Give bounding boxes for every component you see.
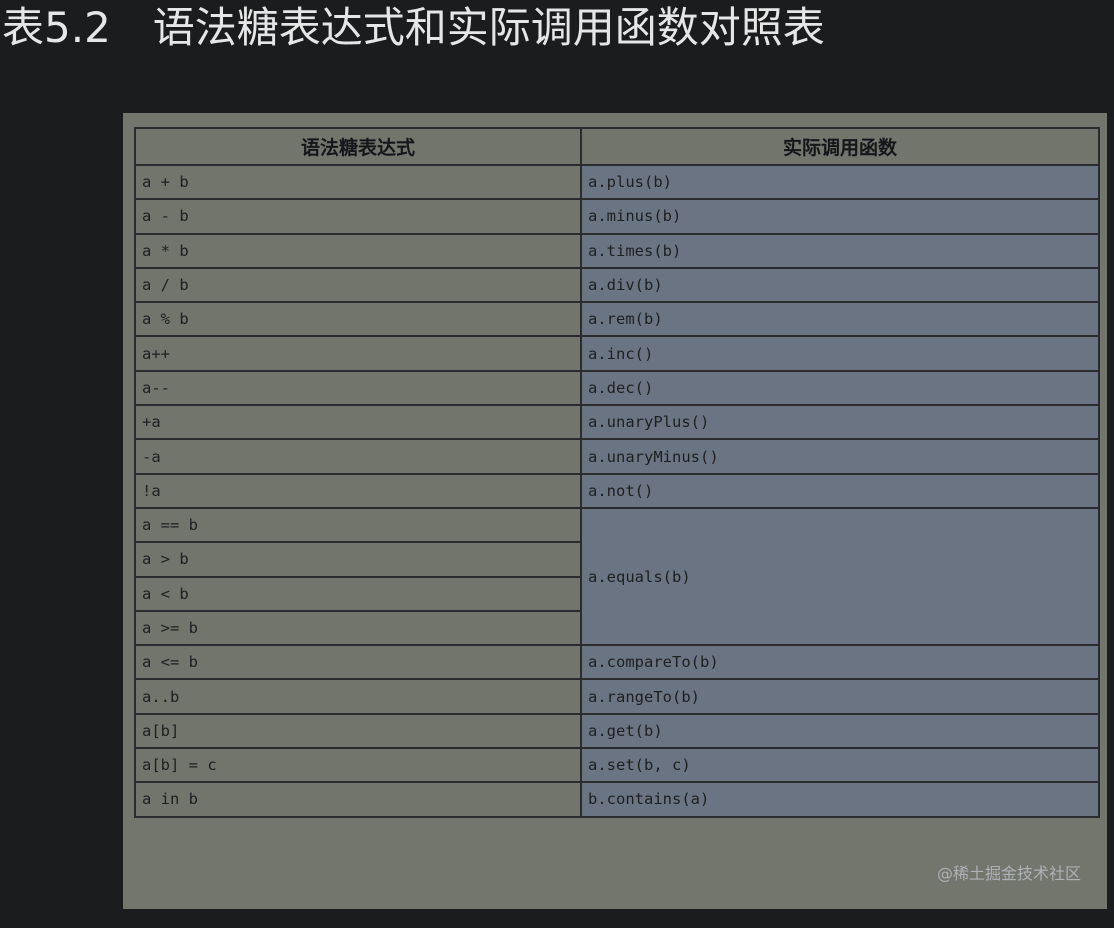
- table-figure: 语法糖表达式 实际调用函数 a + b a.plus(b) a - b a.mi…: [123, 113, 1107, 909]
- table-row: a[b] a.get(b): [134, 712, 1100, 750]
- table-caption: 表5.2 语法糖表达式和实际调用函数对照表: [2, 2, 825, 54]
- caption-title: 语法糖表达式和实际调用函数对照表: [152, 3, 825, 52]
- expression-cell: a % b: [134, 301, 582, 338]
- function-cell: a.div(b): [580, 266, 1100, 304]
- expression-cell: a == b: [134, 506, 582, 544]
- function-cell: a.compareTo(b): [580, 644, 1100, 681]
- table-row: a + b a.plus(b): [134, 163, 1100, 201]
- page: 表5.2 语法糖表达式和实际调用函数对照表 语法糖表达式 实际调用函数 a + b…: [0, 0, 1114, 928]
- expression-cell: a * b: [134, 232, 582, 269]
- header-function: 实际调用函数: [580, 127, 1100, 166]
- header-expression: 语法糖表达式: [134, 127, 582, 166]
- function-cell: a.set(b, c): [580, 747, 1100, 784]
- expression-cell: a[b] = c: [134, 747, 582, 784]
- function-cell: a.unaryMinus(): [580, 438, 1100, 475]
- function-cell: a.rangeTo(b): [580, 678, 1100, 715]
- table-header-row: 语法糖表达式 实际调用函数: [134, 127, 1100, 166]
- function-cell: a.plus(b): [580, 163, 1100, 201]
- table-row: -a a.unaryMinus(): [134, 438, 1100, 475]
- expression-cell: a--: [134, 369, 582, 407]
- table-row: a[b] = c a.set(b, c): [134, 747, 1100, 784]
- expression-cell: a++: [134, 335, 582, 372]
- expression-cell: a <= b: [134, 644, 582, 681]
- function-cell: a.get(b): [580, 712, 1100, 750]
- expression-cell: a < b: [134, 575, 582, 612]
- expression-cell: a > b: [134, 541, 582, 578]
- expression-cell: a / b: [134, 266, 582, 304]
- table-row: a++ a.inc(): [134, 335, 1100, 372]
- table-row: !a a.not(): [134, 472, 1100, 509]
- table-row: a-- a.dec(): [134, 369, 1100, 407]
- table-row: a == b a.equals(b): [134, 506, 1100, 647]
- expression-cell: -a: [134, 438, 582, 475]
- table-row: a <= b a.compareTo(b): [134, 644, 1100, 681]
- expression-cell: a + b: [134, 163, 582, 201]
- function-cell: a.times(b): [580, 232, 1100, 269]
- expression-cell: a..b: [134, 678, 582, 715]
- table-row: a / b a.div(b): [134, 266, 1100, 304]
- expression-cell: a >= b: [134, 609, 582, 647]
- expression-cell: a in b: [134, 781, 582, 818]
- expression-cell: a - b: [134, 198, 582, 235]
- function-cell-merged: a.equals(b): [580, 506, 1100, 647]
- function-cell: a.rem(b): [580, 301, 1100, 338]
- function-cell: a.dec(): [580, 369, 1100, 407]
- table-row: a in b b.contains(a): [134, 781, 1100, 818]
- expression-cell: !a: [134, 472, 582, 509]
- function-cell: a.not(): [580, 472, 1100, 509]
- function-cell: a.unaryPlus(): [580, 404, 1100, 441]
- expression-cell: a[b]: [134, 712, 582, 750]
- function-cell: a.minus(b): [580, 198, 1100, 235]
- expression-cell: +a: [134, 404, 582, 441]
- function-cell: b.contains(a): [580, 781, 1100, 818]
- table-row: +a a.unaryPlus(): [134, 404, 1100, 441]
- table-row: a - b a.minus(b): [134, 198, 1100, 235]
- table-row: a * b a.times(b): [134, 232, 1100, 269]
- table-row: a % b a.rem(b): [134, 301, 1100, 338]
- comparison-table: 语法糖表达式 实际调用函数 a + b a.plus(b) a - b a.mi…: [134, 127, 1100, 818]
- caption-number: 表5.2: [2, 3, 111, 52]
- function-cell: a.inc(): [580, 335, 1100, 372]
- watermark: @稀土掘金技术社区: [936, 864, 1081, 883]
- table-row: a..b a.rangeTo(b): [134, 678, 1100, 715]
